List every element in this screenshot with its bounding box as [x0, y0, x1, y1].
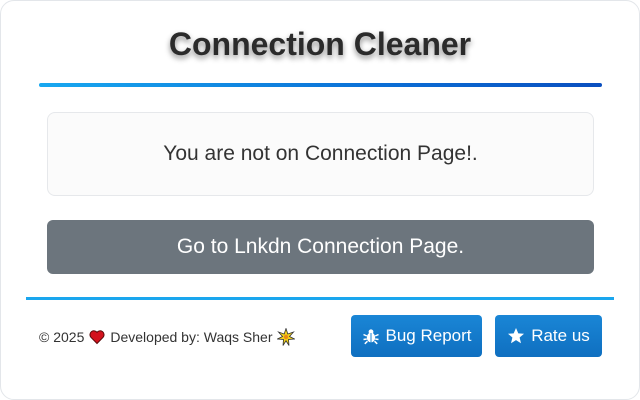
credits: © 2025 Developed by: Waqs Sher — [39, 327, 296, 347]
star-icon — [507, 327, 525, 345]
heart-icon — [89, 329, 105, 345]
go-button-label: Go to Lnkdn Connection Page. — [176, 235, 465, 258]
title-divider — [39, 83, 602, 87]
bug-report-label: Bug Report — [385, 326, 472, 345]
rate-us-label: Rate us — [531, 326, 590, 345]
bug-icon — [362, 327, 380, 345]
status-message: You are not on Connection Page!. — [163, 142, 478, 165]
developer-credit: Developed by: Waqs Sher — [110, 329, 273, 345]
go-to-connection-page-button[interactable]: Go to Lnkdn Connection Page. — [47, 220, 594, 274]
footer-divider — [26, 297, 614, 300]
page-title: Connection Cleaner — [168, 26, 472, 62]
copyright-year: © 2025 — [39, 329, 85, 345]
bug-report-button[interactable]: Bug Report — [351, 315, 482, 357]
rate-us-button[interactable]: Rate us — [495, 315, 602, 357]
sparkle-icon — [277, 328, 296, 346]
status-message-box: You are not on Connection Page!. — [47, 112, 594, 196]
